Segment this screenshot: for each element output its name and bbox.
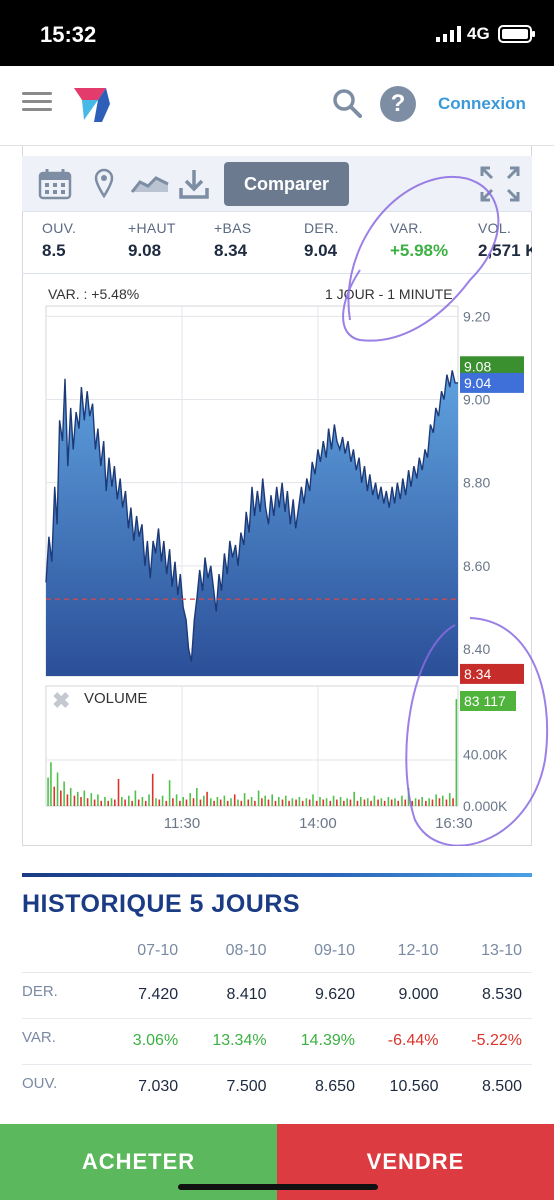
volume-label: VOLUME	[84, 690, 147, 707]
history-cell: 14.39%	[276, 1017, 365, 1064]
history-row-label: VAR.	[22, 1017, 112, 1064]
time-tick-label: 11:30	[164, 815, 200, 832]
history-corner	[22, 930, 112, 972]
price-tick-label: 9.00	[463, 392, 490, 408]
history-cell: 7.500	[188, 1063, 277, 1110]
price-chart[interactable]: 9.20 9.00 8.80 8.60 8.40 9.089.04 8.34 ✖ VOLUME 8…	[0, 0, 554, 846]
history-cell: -6.44%	[364, 1017, 449, 1064]
history-title: HISTORIQUE 5 JOURS	[22, 890, 301, 918]
history-table: 07-10 08-10 09-10 12-10 13-10 DER. 7.420 8.410 9…	[22, 930, 532, 1110]
history-cell: 7.030	[112, 1063, 189, 1110]
history-cell: 13.34%	[188, 1017, 277, 1064]
history-row-label: OUV.	[22, 1063, 112, 1110]
history-date: 13-10	[481, 941, 522, 959]
home-indicator	[178, 1184, 378, 1190]
table-row: DER. 7.420 8.410 9.620 9.000 8.530	[22, 971, 532, 1018]
history-cell: 8.410	[188, 971, 277, 1018]
history-cell: -5.22%	[448, 1017, 532, 1064]
time-tick-label: 14:00	[299, 815, 337, 832]
price-tick-label: 8.80	[463, 475, 490, 491]
volume-tick-label: 0.000K	[463, 798, 508, 814]
time-tick-label: 16:30	[435, 815, 473, 832]
price-badge-label: 9.04	[464, 375, 491, 391]
table-row: OUV. 7.030 7.500 8.650 10.560 8.500	[22, 1063, 532, 1110]
price-tick-label: 9.20	[463, 308, 490, 324]
history-cell: 8.500	[448, 1063, 532, 1110]
volume-tick-label: 40.00K	[463, 746, 508, 762]
history-date: 09-10	[314, 941, 355, 959]
history-date: 12-10	[397, 941, 439, 959]
history-date: 08-10	[225, 941, 267, 959]
history-cell: 7.420	[112, 971, 189, 1018]
history-cell: 8.530	[448, 971, 532, 1018]
history-header-row: 07-10 08-10 09-10 12-10 13-10	[22, 930, 532, 972]
close-volume-icon: ✖	[52, 688, 70, 713]
volume-badge-label: 83 117	[464, 693, 506, 709]
history-date: 07-10	[137, 941, 179, 959]
history-cell: 10.560	[364, 1063, 449, 1110]
history-cell: 9.000	[364, 971, 449, 1018]
history-divider	[22, 873, 532, 877]
history-row-label: DER.	[22, 971, 112, 1018]
price-badge-label: 9.08	[464, 358, 491, 374]
table-row: VAR. 3.06% 13.34% 14.39% -6.44% -5.22%	[22, 1017, 532, 1064]
history-cell: 3.06%	[112, 1017, 189, 1064]
price-badge-label: 8.34	[464, 666, 491, 682]
history-cell: 8.650	[276, 1063, 365, 1110]
price-tick-label: 8.60	[463, 558, 490, 574]
price-tick-label: 8.40	[463, 641, 490, 657]
history-cell: 9.620	[276, 971, 365, 1018]
